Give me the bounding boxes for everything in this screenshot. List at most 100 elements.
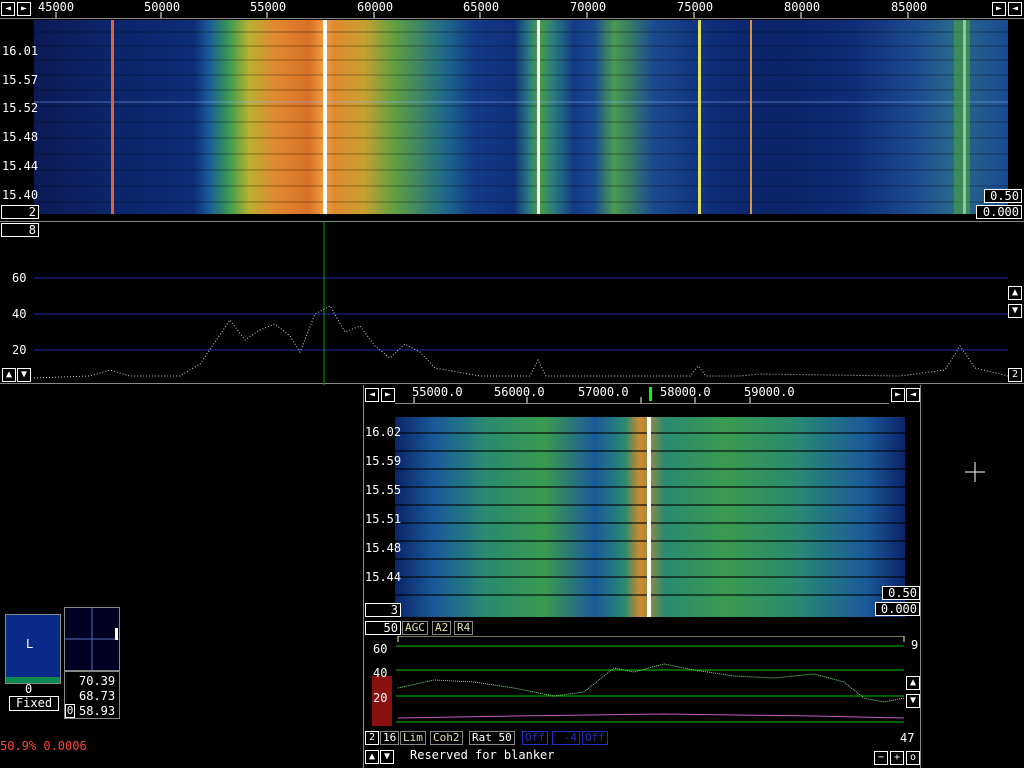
readout-zero-box[interactable]: 0: [65, 704, 75, 718]
mid-value-box[interactable]: -4: [552, 731, 580, 745]
limiter-button[interactable]: Lim: [400, 731, 426, 745]
top-freq-tick: 75000: [677, 0, 714, 14]
coherent-button[interactable]: Coh2: [430, 731, 463, 745]
up-arrow-icon: ▲: [368, 751, 376, 762]
bottom-minus-button[interactable]: −: [874, 751, 888, 765]
top-spectrum-scale-down-button[interactable]: ▼: [1008, 304, 1022, 318]
bottom-scroll-left-button[interactable]: ◄: [365, 388, 379, 402]
top-avg-box[interactable]: 2: [1, 205, 39, 219]
off-button-1[interactable]: Off: [522, 731, 548, 745]
down-arrow-icon: ▼: [1011, 305, 1019, 316]
bottom-gain-box[interactable]: 0.50: [882, 586, 920, 600]
bottom-time-label: 15.59: [365, 454, 402, 468]
top-spectrum-up-button[interactable]: ▲: [2, 368, 16, 382]
top-time-label: 15.44: [2, 159, 39, 173]
bottom-scroll-right-button[interactable]: ►: [381, 388, 395, 402]
top-waterfall[interactable]: [34, 20, 1008, 214]
up-arrow-icon: ▲: [909, 677, 917, 688]
s-meter[interactable]: L: [5, 614, 61, 684]
bottom-freq-tick: 59000.0: [744, 385, 795, 399]
bottom-freq-tick: 56000.0: [494, 385, 545, 399]
blanker-status-text: Reserved for blanker: [410, 748, 555, 762]
readout-value: 68.73: [79, 689, 116, 703]
top-time-label: 15.52: [2, 101, 39, 115]
bottom-scale-up-button[interactable]: ▲: [906, 676, 920, 690]
down-arrow-icon: ▼: [383, 751, 391, 762]
top-spectrum-graph[interactable]: [0, 221, 1024, 385]
ratio-box[interactable]: Rat 50: [469, 731, 515, 745]
bottom-avg-box[interactable]: 3: [365, 603, 401, 617]
bottom-db-label: 40: [373, 666, 388, 680]
top-scroll-right-button[interactable]: ►: [17, 2, 31, 16]
top-db-label: 40: [12, 307, 27, 321]
top-time-label: 15.48: [2, 130, 39, 144]
bottom-status-up-button[interactable]: ▲: [365, 750, 379, 764]
up-arrow-icon: ▲: [5, 369, 13, 380]
top-db-label: 20: [12, 343, 27, 357]
bottom-offset-box[interactable]: 0.000: [875, 602, 920, 616]
right-arrow-icon: ►: [384, 389, 392, 400]
bottom-time-label: 15.55: [365, 483, 402, 497]
r4-button[interactable]: R4: [454, 621, 474, 635]
left-arrow-icon: ◄: [368, 389, 376, 400]
bottom-time-label: 15.48: [365, 541, 402, 555]
readouts-panel: 70.39 68.73 58.93 0: [64, 671, 120, 719]
top-freq-tick: 50000: [144, 0, 181, 14]
readout-value: 58.93: [79, 704, 116, 718]
bottom-status-down-button[interactable]: ▼: [380, 750, 394, 764]
top-scroll-right-end-button[interactable]: ►: [992, 2, 1006, 16]
meter-value: 0: [25, 682, 33, 696]
bottom-plus-button[interactable]: +: [890, 751, 904, 765]
readout-value: 70.39: [79, 674, 116, 688]
a2-button[interactable]: A2: [432, 621, 452, 635]
top-time-label: 16.01: [2, 44, 39, 58]
meter-mode-button[interactable]: Fixed: [9, 696, 59, 711]
bottom-zoom-box[interactable]: 2: [365, 731, 379, 745]
right-arrow-icon: ►: [894, 389, 902, 400]
crosshair-icon: [965, 462, 985, 482]
right-arrow-icon: ►: [995, 3, 1003, 14]
bottom-scroll-right-end-button[interactable]: ►: [891, 388, 905, 402]
top-freq-tick: 85000: [891, 0, 928, 14]
top-time-label: 15.40: [2, 188, 39, 202]
bottom-freq-tick: 55000.0: [412, 385, 463, 399]
right-arrow-icon: ►: [20, 3, 28, 14]
top-spectrum-scale-up-button[interactable]: ▲: [1008, 286, 1022, 300]
top-spectrum-avg-box[interactable]: 8: [1, 223, 39, 237]
bottom-spectrum-graph[interactable]: [364, 636, 920, 730]
off-button-2[interactable]: Off: [582, 731, 608, 745]
top-gain-box[interactable]: 0.50: [984, 189, 1022, 203]
meter-label: L: [26, 637, 34, 651]
bottom-o-button[interactable]: o: [906, 751, 920, 765]
bottom-freq-tick: 58000.0: [660, 385, 711, 399]
top-freq-tick: 60000: [357, 0, 394, 14]
bottom-bandwidth-box[interactable]: 50: [365, 621, 401, 635]
bottom-right-value: 9: [911, 638, 919, 652]
top-scroll-left-end-button[interactable]: ◄: [1008, 2, 1022, 16]
plus-icon: +: [893, 752, 901, 763]
left-arrow-icon: ◄: [909, 389, 917, 400]
agc-button[interactable]: AGC: [402, 621, 428, 635]
bottom-waterfall[interactable]: [395, 417, 905, 617]
bottom-n-box[interactable]: 16: [380, 731, 400, 745]
bottom-scroll-left-end-button[interactable]: ◄: [906, 388, 920, 402]
bottom-db-label: 60: [373, 642, 388, 656]
down-arrow-icon: ▼: [909, 695, 917, 706]
minus-icon: −: [877, 752, 885, 763]
left-arrow-icon: ◄: [4, 3, 12, 14]
left-arrow-icon: ◄: [1011, 3, 1019, 14]
down-arrow-icon: ▼: [20, 369, 28, 380]
top-spectrum-down-button[interactable]: ▼: [17, 368, 31, 382]
phase-scope[interactable]: [64, 607, 120, 671]
top-zoom-box[interactable]: 2: [1008, 368, 1022, 382]
bottom-db-label: 20: [373, 691, 388, 705]
bottom-frequency-ruler: [395, 385, 889, 404]
top-freq-tick: 80000: [784, 0, 821, 14]
bottom-time-label: 15.44: [365, 570, 402, 584]
top-freq-tick: 65000: [463, 0, 500, 14]
top-scroll-left-button[interactable]: ◄: [1, 2, 15, 16]
top-time-label: 15.57: [2, 73, 39, 87]
top-offset-box[interactable]: 0.000: [976, 205, 1022, 219]
bottom-scale-down-button[interactable]: ▼: [906, 694, 920, 708]
meter-bar: [6, 677, 60, 683]
